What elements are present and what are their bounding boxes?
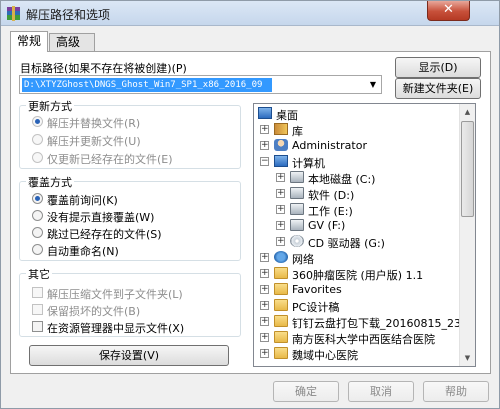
- overwrite-mode-group: 覆盖方式 覆盖前询问(K) 没有提示直接覆盖(W) 跳过已经存在的文件(S) 自…: [19, 174, 241, 261]
- radio-icon[interactable]: [32, 227, 43, 238]
- network-icon: [274, 251, 288, 263]
- expand-icon[interactable]: +: [260, 333, 269, 342]
- folder-icon: [274, 299, 288, 311]
- folder-icon: [274, 347, 288, 359]
- drive-icon: [290, 187, 304, 199]
- update-mode-title: 更新方式: [26, 98, 74, 114]
- update-mode-group: 更新方式 解压并替换文件(R) 解压并更新文件(U) 仅更新已经存在的文件(E): [19, 98, 241, 169]
- winrar-app-icon: [7, 6, 20, 21]
- expand-icon[interactable]: +: [260, 125, 269, 134]
- drive-icon: [290, 203, 304, 215]
- close-icon: ✕: [443, 2, 454, 17]
- ok-button[interactable]: 确定: [273, 381, 339, 402]
- checkbox-icon[interactable]: [32, 287, 43, 298]
- expand-icon[interactable]: +: [276, 205, 285, 214]
- title-bar[interactable]: 解压路径和选项 ✕: [1, 1, 499, 26]
- radio-icon[interactable]: [32, 210, 43, 221]
- drive-icon: [290, 219, 304, 231]
- expand-icon[interactable]: +: [260, 141, 269, 150]
- desktop-icon: [258, 107, 272, 119]
- library-icon: [274, 123, 288, 135]
- cd-drive-icon: [290, 235, 304, 247]
- radio-icon[interactable]: [32, 116, 43, 127]
- tab-general[interactable]: 常规: [10, 31, 48, 52]
- overwrite-mode-title: 覆盖方式: [26, 174, 74, 190]
- user-icon: [274, 139, 288, 151]
- show-button[interactable]: 显示(D): [395, 57, 481, 78]
- misc-group: 其它 解压压缩文件到子文件夹(L) 保留损坏的文件(B) 在资源管理器中显示文件…: [19, 266, 241, 337]
- radio-icon[interactable]: [32, 134, 43, 145]
- expand-icon[interactable]: +: [276, 173, 285, 182]
- dropdown-arrow-icon[interactable]: ▼: [367, 78, 379, 91]
- scroll-thumb[interactable]: [461, 121, 474, 217]
- scroll-up-arrow-icon[interactable]: ▲: [460, 104, 475, 120]
- cancel-button[interactable]: 取消: [348, 381, 414, 402]
- misc-title: 其它: [26, 266, 52, 282]
- save-settings-button[interactable]: 保存设置(V): [29, 345, 229, 366]
- folder-icon: [274, 315, 288, 327]
- checkbox-icon[interactable]: [32, 321, 43, 332]
- folder-icon: [274, 283, 288, 295]
- extract-dialog: 解压路径和选项 ✕ 常规 高级 目标路径(如果不存在将被创建)(P) D:\XT…: [0, 0, 500, 409]
- help-button[interactable]: 帮助: [423, 381, 489, 402]
- checkbox-icon[interactable]: [32, 304, 43, 315]
- drive-icon: [290, 171, 304, 183]
- radio-icon[interactable]: [32, 193, 43, 204]
- tree-scrollbar[interactable]: ▲ ▼: [459, 104, 475, 366]
- folder-icon: [274, 267, 288, 279]
- tab-advanced[interactable]: 高级: [49, 33, 95, 51]
- target-path-combobox[interactable]: D:\XTYZGhost\DNGS_Ghost_Win7_SP1_x86_201…: [19, 75, 382, 94]
- radio-icon[interactable]: [32, 152, 43, 163]
- expand-icon[interactable]: +: [260, 349, 269, 358]
- expand-icon[interactable]: +: [260, 285, 269, 294]
- computer-icon: [274, 155, 288, 167]
- close-button[interactable]: ✕: [427, 1, 470, 21]
- collapse-icon[interactable]: −: [260, 157, 269, 166]
- new-folder-button[interactable]: 新建文件夹(E): [395, 78, 481, 99]
- expand-icon[interactable]: +: [276, 237, 285, 246]
- target-path-value[interactable]: D:\XTYZGhost\DNGS_Ghost_Win7_SP1_x86_201…: [22, 78, 272, 92]
- window-title: 解压路径和选项: [26, 8, 111, 22]
- expand-icon[interactable]: +: [260, 317, 269, 326]
- expand-icon[interactable]: +: [276, 221, 285, 230]
- scroll-down-arrow-icon[interactable]: ▼: [460, 350, 475, 366]
- expand-icon[interactable]: +: [260, 269, 269, 278]
- folder-tree[interactable]: 桌面 + 库 + Administrator − 计算机 + 本地磁盘 (C:)…: [253, 103, 476, 367]
- expand-icon[interactable]: +: [260, 253, 269, 262]
- radio-icon[interactable]: [32, 244, 43, 255]
- expand-icon[interactable]: +: [260, 301, 269, 310]
- folder-icon: [274, 331, 288, 343]
- expand-icon[interactable]: +: [276, 189, 285, 198]
- target-path-label: 目标路径(如果不存在将被创建)(P): [20, 62, 187, 75]
